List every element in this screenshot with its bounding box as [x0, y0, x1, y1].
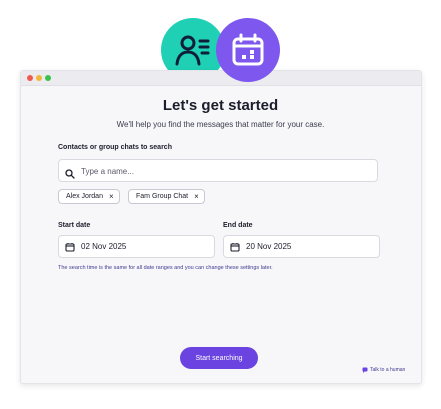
close-icon[interactable]: ×: [194, 192, 199, 201]
maximize-window-button[interactable]: [45, 75, 51, 81]
talk-to-human-label: Talk to a human: [370, 367, 406, 373]
start-date-value: 02 Nov 2025: [81, 242, 127, 251]
calendar-icon: [230, 242, 240, 252]
page-subtitle: We'll help you find the messages that ma…: [116, 120, 325, 129]
end-date-value: 20 Nov 2025: [246, 242, 292, 251]
minimize-window-button[interactable]: [36, 75, 42, 81]
contacts-label: Contacts or group chats to search: [58, 144, 172, 151]
talk-to-human-link[interactable]: Talk to a human: [362, 367, 405, 373]
chip-label: Alex Jordan: [66, 193, 103, 200]
start-searching-button[interactable]: Start searching: [180, 347, 258, 369]
contact-chip[interactable]: Fam Group Chat ×: [128, 189, 205, 204]
end-date-field[interactable]: 20 Nov 2025: [223, 235, 380, 258]
date-note: The search time is the same for all date…: [58, 265, 273, 271]
start-date-label: Start date: [58, 222, 91, 229]
calendar-icon: [65, 242, 75, 252]
contact-chip[interactable]: Alex Jordan ×: [58, 189, 120, 204]
search-icon: [65, 166, 75, 184]
contact-icon: [175, 35, 210, 66]
window-titlebar: [21, 71, 421, 86]
contact-search-field[interactable]: [58, 159, 378, 182]
chip-label: Fam Group Chat: [136, 193, 189, 200]
chat-icon: [362, 367, 368, 373]
close-icon[interactable]: ×: [109, 192, 114, 201]
close-window-button[interactable]: [27, 75, 33, 81]
end-date-label: End date: [223, 222, 253, 229]
calendar-avatar: [216, 18, 280, 82]
start-date-field[interactable]: 02 Nov 2025: [58, 235, 215, 258]
calendar-icon: [232, 33, 264, 66]
page-title: Let's get started: [162, 97, 279, 114]
contact-search-input[interactable]: [79, 163, 373, 180]
